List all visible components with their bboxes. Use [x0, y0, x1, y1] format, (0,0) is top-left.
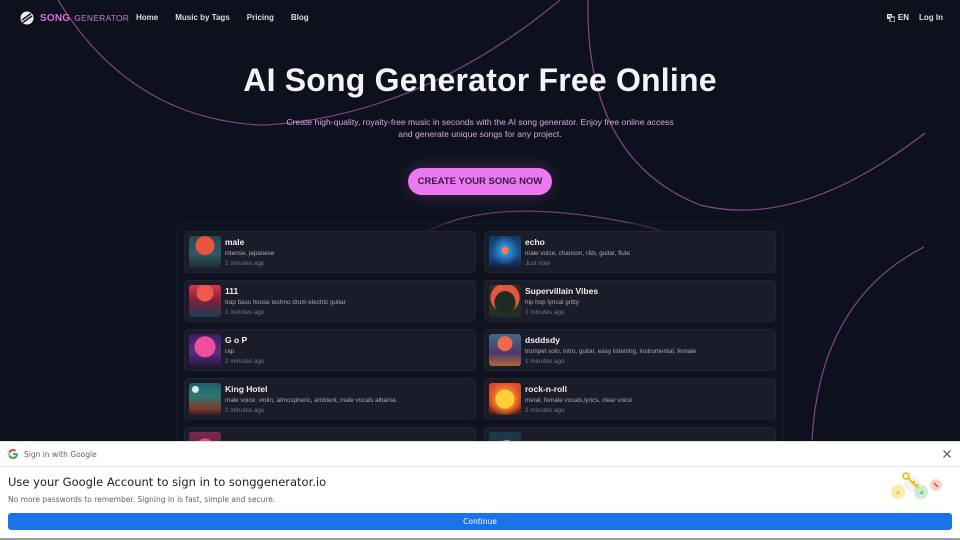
song-card[interactable]: echo male voice, chanson, r&b, guitar, fl…	[484, 231, 776, 273]
song-title[interactable]: dsddsdy	[525, 335, 696, 346]
song-timestamp: 2 minutes ago	[525, 406, 565, 414]
google-signin-header-label: Sign in with Google	[24, 449, 97, 459]
song-card[interactable]: rock-n-roll metal, female vocals,lyrics, …	[484, 378, 776, 420]
language-selector[interactable]: EN	[886, 13, 909, 22]
song-title[interactable]: 111	[225, 286, 346, 297]
song-thumbnail[interactable]	[489, 334, 521, 366]
song-card-text: dsddsdy trumpet solo, intro, guitar, easy…	[525, 335, 696, 366]
continue-button[interactable]: Continue	[8, 513, 952, 530]
song-card-text: rock-n-roll metal, female vocals,lyrics, …	[525, 384, 632, 415]
google-g-icon	[8, 449, 18, 459]
song-timestamp: 2 minutes ago	[225, 406, 265, 414]
translate-icon	[886, 13, 895, 22]
song-title[interactable]: G o P	[225, 335, 265, 346]
google-signin-sheet: Sign in with Google Use your Google Acco…	[0, 441, 960, 540]
song-thumbnail[interactable]	[489, 285, 521, 317]
song-card-text: echo male voice, chanson, r&b, guitar, fl…	[525, 237, 630, 268]
song-card[interactable]: dsddsdy trumpet solo, intro, guitar, easy…	[484, 329, 776, 371]
song-timestamp: 1 minutes ago	[225, 259, 265, 267]
song-card-text: G o Prap 2 minutes ago	[225, 335, 265, 366]
song-card[interactable]: G o Prap 2 minutes ago	[184, 329, 476, 371]
song-thumbnail[interactable]	[189, 285, 221, 317]
song-timestamp: 2 minutes ago	[525, 308, 565, 316]
song-card[interactable]: male intense, japanese 1 minutes ago	[184, 231, 476, 273]
song-card-text: Supervillain Vibes hip hop lyrical gritty…	[525, 286, 598, 317]
song-thumbnail[interactable]	[489, 383, 521, 415]
song-title[interactable]: Supervillain Vibes	[525, 286, 598, 297]
nav-blog[interactable]: Blog	[291, 13, 309, 22]
google-signin-description: No more passwords to remember. Signing i…	[8, 495, 276, 504]
song-card[interactable]: 111 trap bass house techno drum electric …	[184, 280, 476, 322]
song-timestamp: 2 minutes ago	[225, 357, 265, 365]
song-title[interactable]: echo	[525, 237, 630, 248]
song-tags: rap	[225, 347, 235, 355]
song-tags: male voice, violin, atmospheric, ambient…	[225, 396, 398, 404]
close-icon[interactable]	[942, 449, 952, 459]
site-header: SONG GENERATOR Home Music by Tags Pricin…	[0, 0, 960, 38]
page-title: AI Song Generator Free Online	[243, 62, 717, 98]
song-thumbnail[interactable]	[489, 236, 521, 268]
song-title[interactable]: rock-n-roll	[525, 384, 632, 395]
nav-pricing[interactable]: Pricing	[247, 13, 274, 22]
nav-music-by-tags[interactable]: Music by Tags	[175, 13, 230, 22]
song-title[interactable]: King Hotel	[225, 384, 397, 395]
logo-text-secondary: GENERATOR	[74, 13, 130, 23]
song-timestamp: Just now	[525, 259, 550, 267]
logo-link[interactable]: SONG GENERATOR	[20, 11, 129, 25]
arc-right-lower	[811, 246, 925, 441]
song-card-text: King Hotel male voice, violin, atmospheri…	[225, 384, 397, 415]
header-actions: EN Log In	[886, 13, 943, 22]
google-signin-header: Sign in with Google	[0, 442, 960, 467]
song-card-text: male intense, japanese 1 minutes ago	[225, 237, 274, 268]
song-tags: male voice, chanson, r&b, guitar, flute	[525, 249, 631, 257]
disc-logo-icon	[20, 11, 34, 25]
song-card[interactable]: King Hotel male voice, violin, atmospheri…	[184, 378, 476, 420]
song-thumbnail[interactable]	[189, 383, 221, 415]
song-title[interactable]: male	[225, 237, 274, 248]
song-tags: trap bass house techno drum electric gui…	[225, 298, 346, 306]
song-tags: intense, japanese	[225, 249, 275, 257]
google-signin-title: Use your Google Account to sign in to so…	[8, 475, 327, 489]
song-timestamp: 1 minutes ago	[525, 357, 565, 365]
key-illustration-icon	[891, 472, 942, 499]
song-tags: metal, female vocals,lyrics, clear voice	[525, 396, 633, 404]
song-timestamp: 1 minutes ago	[225, 308, 265, 316]
song-tags: trumpet solo, intro, guitar, easy listen…	[525, 347, 697, 355]
nav-home[interactable]: Home	[136, 13, 158, 22]
song-card[interactable]: Supervillain Vibes hip hop lyrical gritty…	[484, 280, 776, 322]
hero-subtitle: Create high-quality, royalty-free music …	[286, 117, 674, 139]
language-label: EN	[897, 13, 909, 22]
create-song-button[interactable]: CREATE YOUR SONG NOW	[408, 168, 552, 195]
logo-text-primary: SONG	[40, 12, 71, 24]
song-card-text: 111 trap bass house techno drum electric …	[225, 286, 346, 317]
song-thumbnail[interactable]	[189, 236, 221, 268]
song-thumbnail[interactable]	[189, 334, 221, 366]
song-tags: hip hop lyrical gritty	[525, 298, 579, 306]
login-link[interactable]: Log In	[919, 13, 943, 22]
main-nav: Home Music by Tags Pricing Blog	[136, 13, 309, 22]
